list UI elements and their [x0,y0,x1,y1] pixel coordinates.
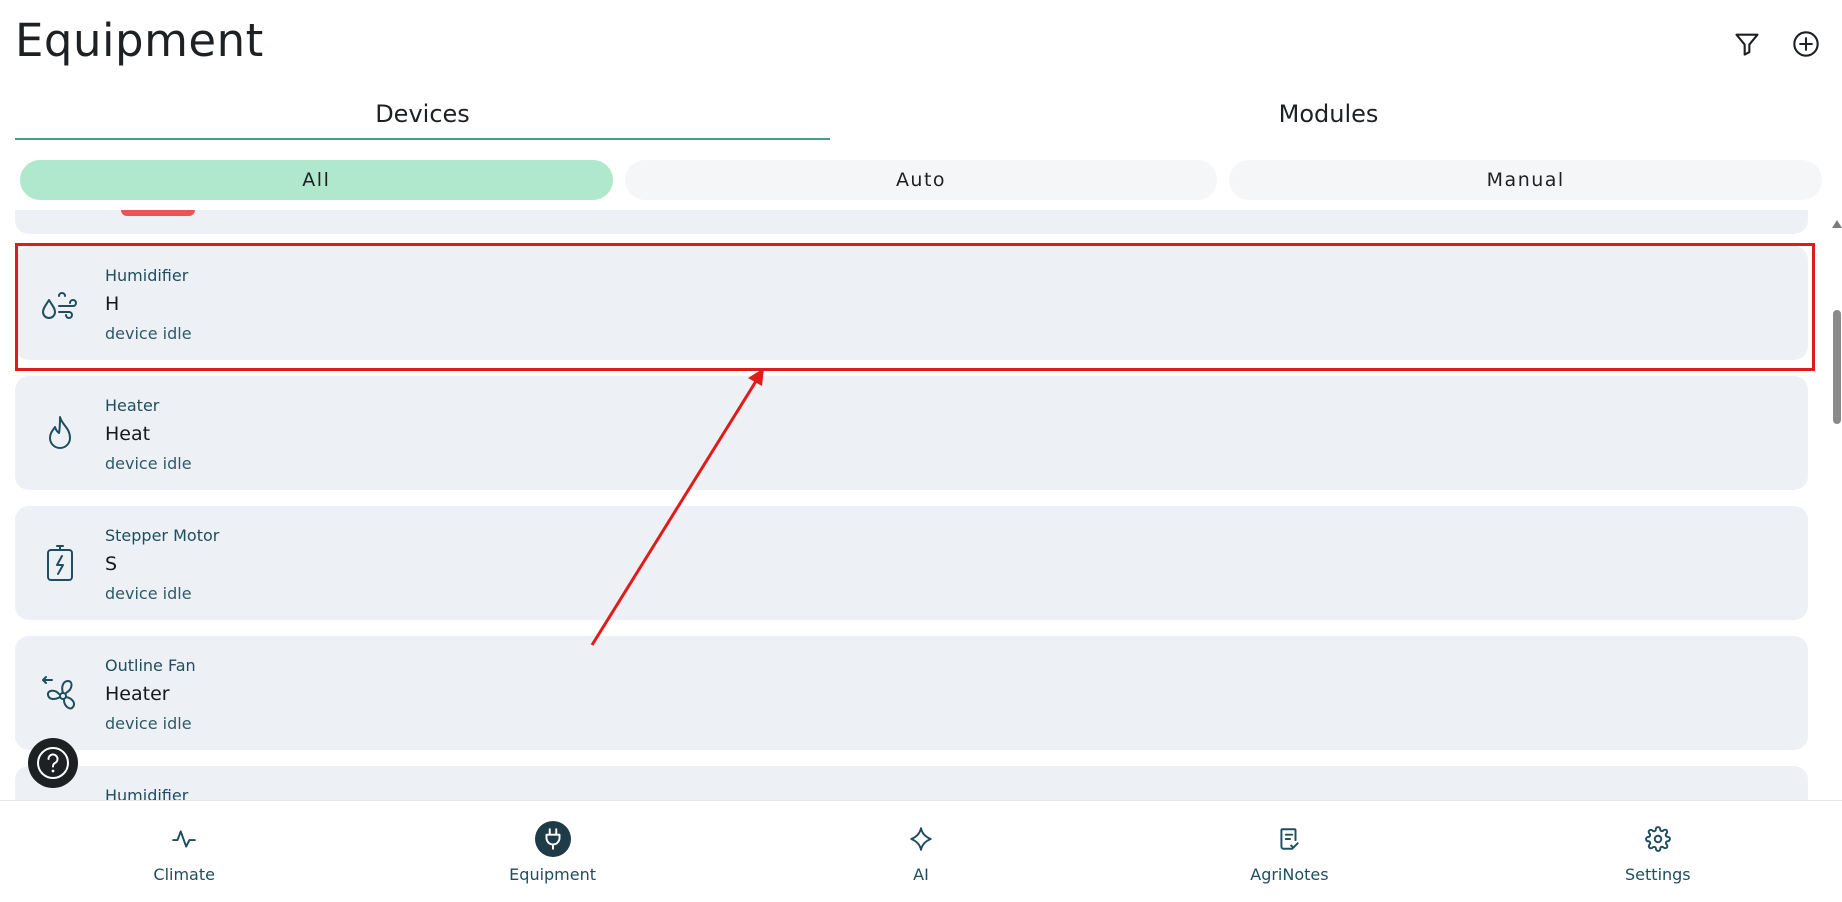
nav-agrinotes[interactable]: AgriNotes [1105,801,1473,902]
device-name: H [105,293,120,315]
device-list[interactable]: Humidifier H device idle Heater Heat dev… [0,210,1842,800]
scroll-thumb[interactable] [1833,310,1841,424]
nav-label: Equipment [509,865,597,884]
status-indicator [121,210,195,216]
help-icon [37,747,69,779]
device-card[interactable]: Stepper Motor S device idle [15,506,1808,620]
help-button[interactable] [28,738,78,788]
gear-icon [1640,821,1676,857]
add-circle-icon [1793,31,1819,57]
scrollbar[interactable] [1830,214,1842,800]
device-card[interactable]: Heater Heat device idle [15,376,1808,490]
plug-icon [534,821,571,857]
nav-label: AI [913,865,929,884]
chip-manual[interactable]: Manual [1229,160,1823,200]
device-status: device idle [105,584,192,603]
fan-icon [39,672,81,714]
device-type: Heater [105,396,160,415]
device-status: device idle [105,714,192,733]
device-status: device idle [105,454,192,473]
device-name: Heat [105,423,151,445]
add-button[interactable] [1788,26,1824,62]
filter-icon [1735,33,1759,56]
notes-icon [1271,821,1307,857]
pulse-icon [166,821,202,857]
bottom-nav: Climate Equipment AI AgriNotes Settings [0,800,1842,902]
tab-modules[interactable]: Modules [830,92,1827,140]
device-type: Stepper Motor [105,526,220,545]
nav-label: Climate [153,865,215,884]
tab-devices[interactable]: Devices [15,92,830,140]
humidifier-icon [39,282,81,324]
chip-auto[interactable]: Auto [624,160,1218,200]
nav-climate[interactable]: Climate [0,801,368,902]
device-name: S [105,553,118,575]
device-name: Heater [105,683,170,705]
battery-bolt-icon [39,542,81,584]
chip-all[interactable]: All [20,160,613,200]
nav-settings[interactable]: Settings [1474,801,1842,902]
flame-icon [39,412,81,454]
nav-equipment[interactable]: Equipment [368,801,736,902]
filter-button[interactable] [1729,26,1765,62]
device-card[interactable]: Outline Fan Heater device idle [15,636,1808,750]
nav-ai[interactable]: AI [737,801,1105,902]
page-title: Equipment [15,14,264,67]
device-card[interactable]: Humidifier [15,766,1808,800]
device-type: Humidifier [105,266,189,285]
device-type: Humidifier [105,786,189,800]
filter-chips: All Auto Manual [20,160,1823,200]
device-type: Outline Fan [105,656,196,675]
nav-label: AgriNotes [1250,865,1329,884]
sparkle-icon [903,821,939,857]
scroll-up-arrow-icon[interactable] [1832,220,1842,228]
nav-label: Settings [1625,865,1691,884]
tab-bar: Devices Modules [15,92,1827,140]
device-card-partial[interactable] [15,210,1808,234]
device-card[interactable]: Humidifier H device idle [15,246,1808,360]
device-status: device idle [105,324,192,343]
